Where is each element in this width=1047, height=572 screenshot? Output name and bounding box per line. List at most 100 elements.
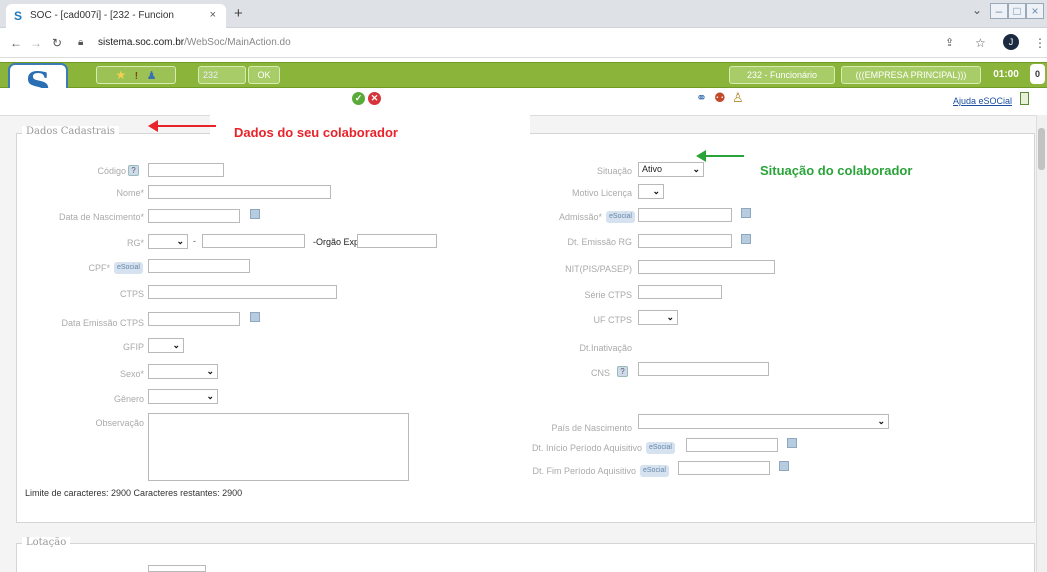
url-field[interactable]: sistema.soc.com.br/WebSoc/MainAction.do: [98, 37, 291, 48]
share-icon[interactable]: ⇪: [945, 36, 954, 49]
dados-cadastrais-legend: Dados Cadastrais: [22, 126, 119, 137]
browser-menu-icon[interactable]: ⋮: [1034, 36, 1046, 50]
confirm-icon[interactable]: ✓: [352, 92, 365, 105]
cpf-label: CPF*: [88, 263, 110, 273]
clipboard-icon[interactable]: [1020, 92, 1029, 105]
emissao-rg-input[interactable]: [638, 234, 732, 248]
fim-esocial-badge: eSocial: [640, 465, 669, 477]
nascimento-input[interactable]: [148, 209, 240, 223]
fim-aquisitivo-input[interactable]: [678, 461, 770, 475]
lock-icon[interactable]: 🔒︎: [78, 37, 83, 48]
inicio-aquisitivo-input[interactable]: [686, 438, 778, 452]
ok-button[interactable]: OK: [248, 66, 280, 84]
observacao-textarea[interactable]: [148, 413, 409, 481]
people-group-icon[interactable]: ⚭: [696, 90, 707, 106]
favorite-star-icon[interactable]: ★: [115, 68, 126, 82]
calendar-icon[interactable]: [779, 461, 789, 471]
lotacao-legend: Lotação: [22, 537, 71, 548]
back-arrow-icon[interactable]: ←: [10, 36, 22, 50]
uf-ctps-label: UF CTPS: [593, 315, 632, 325]
situacao-label: Situação: [596, 166, 632, 176]
empresa-button[interactable]: (((EMPRESA PRINCIPAL))): [841, 66, 981, 84]
motivo-licenca-label: Motivo Licença: [571, 188, 632, 198]
gfip-select[interactable]: ⌄: [148, 338, 184, 353]
window-maximize-button[interactable]: □: [1008, 3, 1026, 19]
profile-avatar[interactable]: J: [1003, 34, 1019, 50]
nit-label: NIT(PIS/PASEP): [565, 264, 632, 274]
cns-input[interactable]: [638, 362, 769, 376]
nit-input[interactable]: [638, 260, 775, 274]
lotacao-input[interactable]: [148, 565, 206, 572]
quick-code-input[interactable]: 232: [198, 66, 246, 84]
address-bar: ← → ↻ 🔒︎ sistema.soc.com.br/WebSoc/MainA…: [0, 28, 1047, 58]
cancel-icon[interactable]: ✕: [368, 92, 381, 105]
codigo-input[interactable]: [148, 163, 224, 177]
chevron-down-icon: ⌄: [666, 312, 674, 322]
gfip-label: GFIP: [122, 342, 144, 352]
situacao-select[interactable]: Ativo ⌄: [638, 162, 704, 177]
genero-select[interactable]: ⌄: [148, 389, 218, 404]
annotation-arrow-red: [150, 125, 216, 127]
char-limit-text: Limite de caracteres: 2900 Caracteres re…: [25, 488, 243, 498]
emissao-ctps-input[interactable]: [148, 312, 240, 326]
tab-close-icon[interactable]: ×: [210, 9, 216, 21]
sexo-select[interactable]: ⌄: [148, 364, 218, 379]
cns-label: CNS: [590, 368, 610, 378]
orgao-input[interactable]: [357, 234, 437, 248]
bookmark-star-icon[interactable]: ☆: [975, 36, 986, 50]
scrollbar-thumb[interactable]: [1038, 128, 1045, 170]
org-icon[interactable]: ⚉: [714, 90, 726, 106]
calendar-icon[interactable]: [250, 312, 260, 322]
shortcut-toolbar: ★ ! ♟: [96, 66, 176, 84]
rg-uf-select[interactable]: ⌄: [148, 234, 188, 249]
serie-ctps-label: Série CTPS: [584, 290, 632, 300]
uf-ctps-select[interactable]: ⌄: [638, 310, 678, 325]
calendar-icon[interactable]: [741, 208, 751, 218]
cpf-input[interactable]: [148, 259, 250, 273]
chevron-down-icon: ⌄: [206, 366, 214, 376]
chevron-down-icon: ⌄: [877, 416, 885, 426]
admissao-label: Admissão*: [558, 212, 602, 222]
calendar-icon[interactable]: [250, 209, 260, 219]
ajuda-esocial-link[interactable]: Ajuda eSOCial: [953, 96, 1012, 106]
nome-input[interactable]: [148, 185, 331, 199]
calendar-icon[interactable]: [787, 438, 797, 448]
emissao-ctps-label: Data Emissão CTPS: [61, 318, 144, 328]
annotation-arrowhead-green: [696, 150, 706, 162]
info-icon[interactable]: !: [135, 71, 138, 82]
chevron-down-icon: ⌄: [176, 236, 184, 246]
tab-list-icon[interactable]: ⌄: [968, 3, 986, 19]
sexo-label: Sexo*: [119, 369, 144, 379]
admissao-input[interactable]: [638, 208, 732, 222]
nascimento-label: Data de Nascimento*: [58, 212, 144, 222]
window-close-button[interactable]: ×: [1026, 3, 1044, 19]
codigo-help-icon[interactable]: ?: [128, 165, 139, 176]
forward-arrow-icon[interactable]: →: [30, 36, 42, 50]
people-icon[interactable]: ♟: [147, 70, 157, 82]
person-add-icon[interactable]: ♙: [732, 90, 744, 106]
codigo-label: Código: [97, 166, 126, 176]
pais-select[interactable]: ⌄: [638, 414, 889, 429]
chevron-down-icon: ⌄: [172, 340, 180, 350]
motivo-licenca-select[interactable]: ⌄: [638, 184, 664, 199]
nome-label: Nome*: [116, 188, 144, 198]
serie-ctps-input[interactable]: [638, 285, 722, 299]
cpf-esocial-badge: eSocial: [114, 262, 143, 274]
session-clock: 01:00: [993, 69, 1019, 80]
tab-title: SOC - [cad007i] - [232 - Funcion: [30, 10, 174, 21]
browser-tab[interactable]: S SOC - [cad007i] - [232 - Funcion ×: [6, 4, 226, 28]
rg-input[interactable]: [202, 234, 305, 248]
admissao-esocial-badge: eSocial: [606, 211, 635, 223]
reload-icon[interactable]: ↻: [52, 36, 62, 50]
ctps-input[interactable]: [148, 285, 337, 299]
inicio-esocial-badge: eSocial: [646, 442, 675, 454]
inicio-aquisitivo-label: Dt. Início Período Aquisitivo: [531, 443, 642, 453]
funcionario-button[interactable]: 232 - Funcionário: [729, 66, 835, 84]
cns-help-icon[interactable]: ?: [617, 366, 628, 377]
window-minimize-button[interactable]: ‒: [990, 3, 1008, 19]
new-tab-button[interactable]: +: [234, 5, 243, 22]
notification-badge[interactable]: 0: [1030, 64, 1045, 84]
annotation-dados: Dados do seu colaborador: [234, 125, 398, 140]
page-scrollbar[interactable]: [1036, 115, 1047, 572]
calendar-icon[interactable]: [741, 234, 751, 244]
